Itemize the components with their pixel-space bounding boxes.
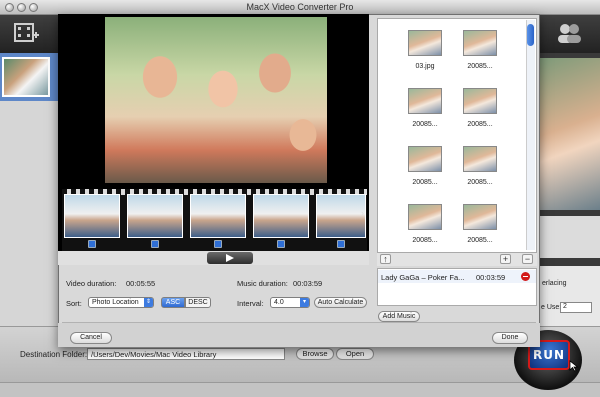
photo-caption: 20085... (467, 121, 493, 128)
cancel-button[interactable]: Cancel (70, 332, 112, 344)
photo-caption: 20085... (412, 121, 438, 128)
photo-caption: 20085... (467, 237, 493, 244)
filmstrip-frame[interactable] (190, 194, 246, 238)
music-duration-label: Music duration: (237, 279, 288, 288)
sort-label: Sort: (66, 299, 82, 308)
photo-caption: 20085... (412, 179, 438, 186)
remove-icon[interactable] (521, 272, 530, 281)
add-video-icon[interactable] (14, 22, 40, 44)
preview-controls (540, 216, 600, 258)
interlacing-label: erlacing (542, 280, 567, 287)
filmstrip-frame[interactable] (127, 194, 183, 238)
filmstrip-frame[interactable] (253, 194, 309, 238)
filmstrip-frame[interactable] (64, 194, 120, 238)
filmstrip-next-icon[interactable]: › (361, 208, 364, 218)
photo-thumbnail[interactable] (408, 88, 442, 114)
dialog-footer (58, 323, 540, 347)
frame-checkbox[interactable] (277, 240, 285, 248)
photo-caption: 20085... (412, 237, 438, 244)
advanced-settings (540, 266, 600, 326)
core-use-label: e Use: (541, 304, 562, 311)
play-icon (226, 254, 234, 262)
preview-image (540, 58, 600, 210)
photo-caption: 20085... (467, 63, 493, 70)
destination-folder-field[interactable]: /Users/Dev/Movies/Mac Video Library (87, 348, 285, 360)
photo-thumbnail[interactable] (463, 30, 497, 56)
frame-checkbox[interactable] (88, 240, 96, 248)
photo-thumbnail[interactable] (463, 146, 497, 172)
add-icon[interactable]: + (500, 254, 511, 264)
music-item-duration: 00:03:59 (476, 273, 506, 282)
add-music-button[interactable]: Add Music (378, 311, 420, 322)
music-duration-value: 00:03:59 (293, 279, 323, 288)
photo-scrollbar-thumb[interactable] (527, 24, 534, 46)
chevron-updown-icon: ⇕ (144, 298, 153, 307)
remove-photo-icon[interactable]: − (522, 254, 533, 264)
photo-scrollbar[interactable] (526, 20, 535, 250)
photo-thumbnail[interactable] (408, 30, 442, 56)
filmstrip-frame[interactable] (316, 194, 366, 238)
destination-folder-label: Destination Folder: (20, 350, 88, 359)
photo-thumbnail[interactable] (463, 204, 497, 230)
photo-thumbnail[interactable] (408, 204, 442, 230)
video-preview-frame (105, 17, 327, 183)
interval-label: Interval: (237, 299, 264, 308)
sort-select-value: Photo Location (92, 299, 139, 306)
users-icon[interactable] (555, 22, 583, 44)
video-duration-label: Video duration: (66, 279, 117, 288)
open-button[interactable]: Open (336, 348, 374, 360)
move-up-icon[interactable]: ↑ (380, 254, 391, 264)
photo-thumbnail[interactable] (408, 146, 442, 172)
sort-asc-button[interactable]: ASC (161, 297, 185, 308)
status-bar (0, 382, 600, 397)
photo-thumbnail[interactable] (463, 88, 497, 114)
photo-caption: 03.jpg (415, 63, 435, 70)
video-list-item[interactable] (0, 53, 58, 101)
sort-desc-button[interactable]: DESC (185, 297, 211, 308)
browse-button[interactable]: Browse (296, 348, 334, 360)
frame-checkbox[interactable] (151, 240, 159, 248)
core-use-select[interactable]: 2 (560, 302, 592, 313)
frame-checkbox[interactable] (337, 240, 345, 248)
photo-pane-toolbar (377, 253, 537, 266)
video-duration-value: 00:05:55 (126, 279, 156, 288)
app-title: MacX Video Converter Pro (246, 2, 354, 12)
music-item-title: Lady GaGa – Poker Fa... (381, 273, 465, 282)
interval-select-value: 4.0 (274, 299, 284, 306)
video-thumbnail (2, 57, 50, 97)
chevron-down-icon: ▾ (300, 298, 309, 307)
sort-select[interactable]: Photo Location ⇕ (88, 297, 154, 308)
photo-caption: 20085... (467, 179, 493, 186)
mouse-cursor-icon (569, 360, 579, 372)
photo-browser (377, 18, 537, 253)
auto-calculate-button[interactable]: Auto Calculate (314, 297, 367, 308)
frame-checkbox[interactable] (214, 240, 222, 248)
done-button[interactable]: Done (492, 332, 528, 344)
app-titlebar: MacX Video Converter Pro (0, 0, 600, 15)
video-list-panel (0, 53, 58, 326)
interval-select[interactable]: 4.0 ▾ (270, 297, 310, 308)
